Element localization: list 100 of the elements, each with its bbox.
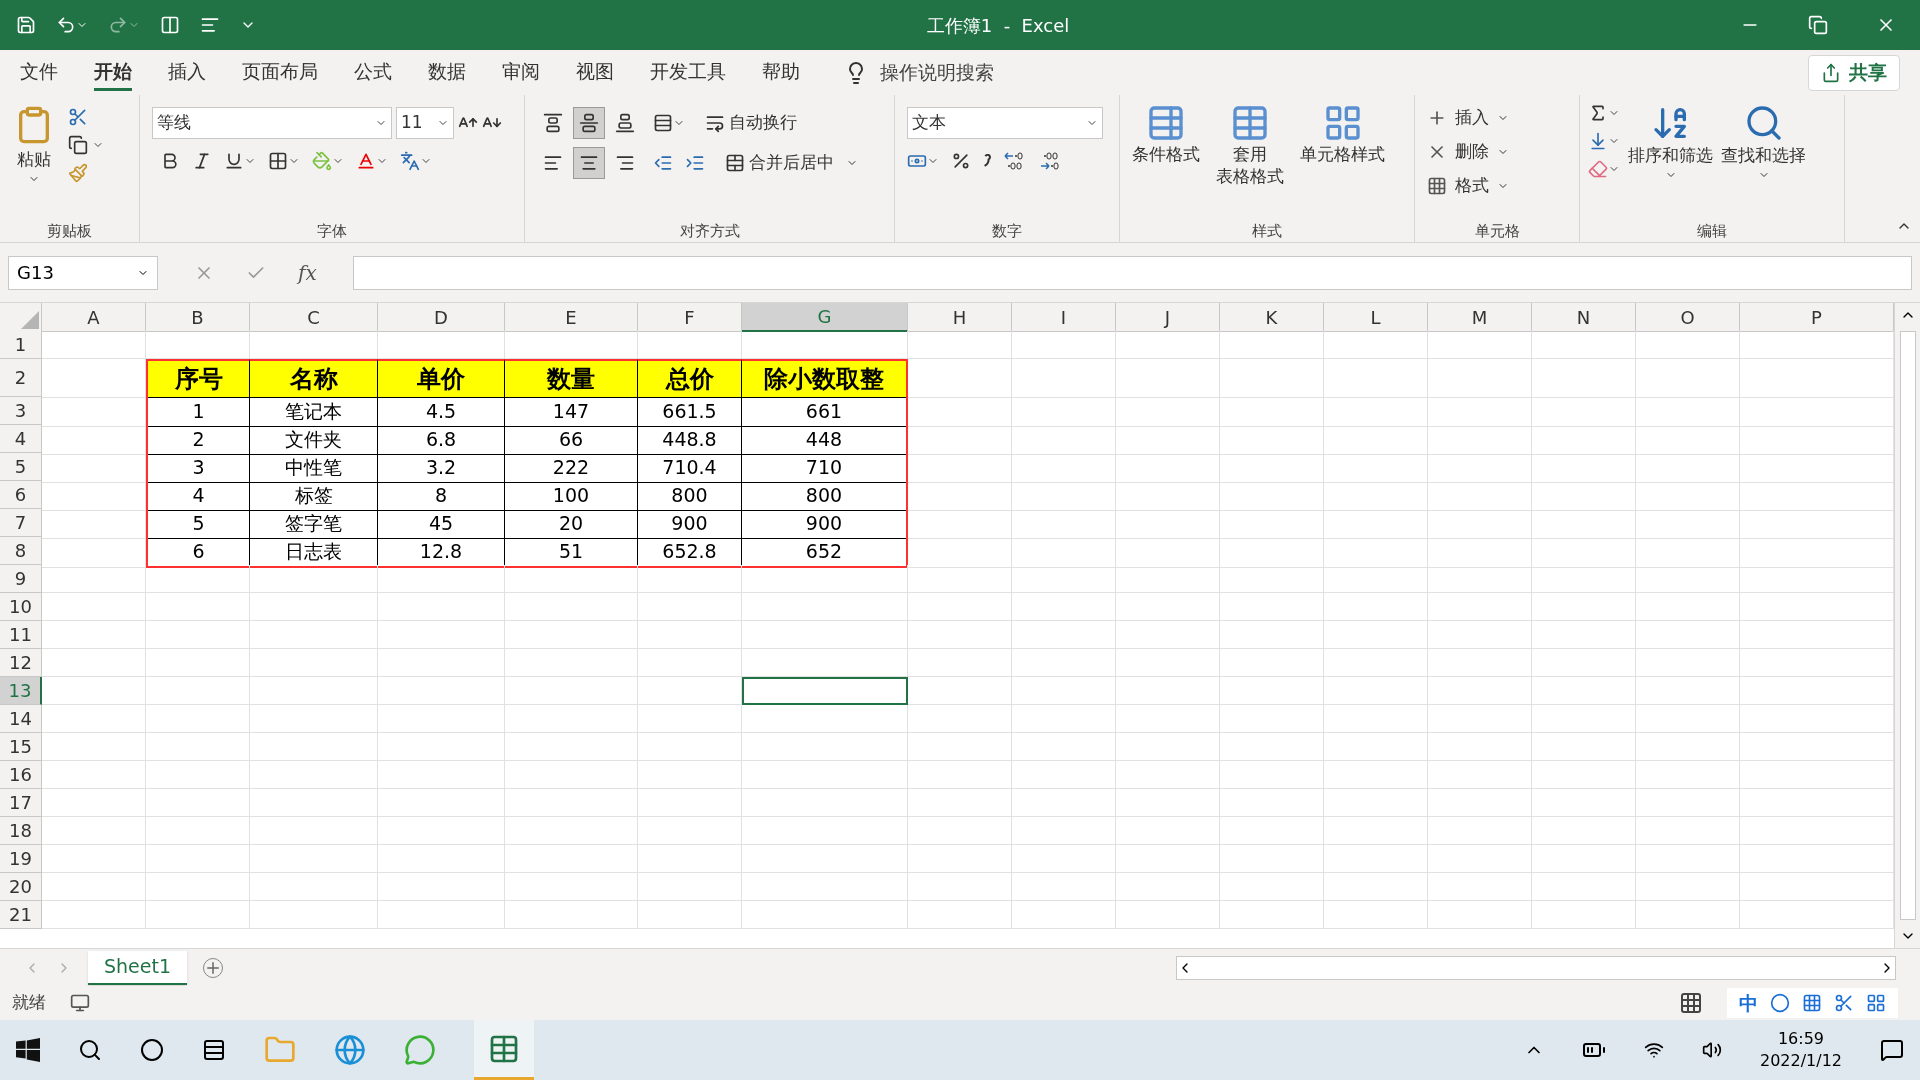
column-header[interactable]: K (1220, 303, 1324, 332)
table-cell: 2 (146, 425, 250, 455)
font-name: 等线 (157, 111, 191, 135)
cells-button[interactable]: 删除 (1427, 137, 1567, 167)
column-header[interactable]: C (250, 303, 378, 332)
column-heading-cell: 序号 (146, 359, 250, 398)
number-format: 文本 (912, 111, 946, 135)
table-cell: 800 (638, 481, 742, 511)
menu-tab[interactable]: 页面布局 (242, 54, 318, 91)
row-header[interactable]: 20 (0, 873, 42, 901)
row-header[interactable]: 18 (0, 817, 42, 845)
table-cell: 147 (505, 397, 638, 427)
row-header[interactable]: 5 (0, 453, 42, 481)
table-cell: 66 (505, 425, 638, 455)
row-header[interactable]: 13 (0, 677, 42, 705)
menu-tab[interactable]: 审阅 (502, 54, 540, 91)
menu-tab[interactable]: 视图 (576, 54, 614, 91)
row-header[interactable]: 16 (0, 761, 42, 789)
style-button[interactable]: 套用 表格格式 (1212, 103, 1288, 220)
row-header[interactable]: 12 (0, 649, 42, 677)
table-cell: 900 (742, 509, 908, 539)
insert-function-button[interactable]: fx (298, 257, 317, 288)
column-header[interactable]: L (1324, 303, 1428, 332)
search-field[interactable]: 操作说明搜索 (880, 58, 994, 87)
table-cell: 中性笔 (250, 453, 378, 483)
menu-tab[interactable]: 数据 (428, 54, 466, 91)
editing-button[interactable]: 查找和选择 (1721, 103, 1806, 220)
clock-time: 16:59 (1777, 1028, 1825, 1050)
row-header[interactable]: 15 (0, 733, 42, 761)
table-cell: 448.8 (638, 425, 742, 455)
row-header[interactable]: 10 (0, 593, 42, 621)
column-heading-cell: 除小数取整 (742, 359, 908, 398)
table-cell: 661.5 (638, 397, 742, 427)
row-header[interactable]: 4 (0, 425, 42, 453)
row-header[interactable]: 11 (0, 621, 42, 649)
menu-tab[interactable]: 帮助 (762, 54, 800, 91)
group-label: 剪贴板 (46, 220, 93, 242)
group-label: 样式 (1251, 220, 1283, 242)
column-header[interactable]: E (505, 303, 638, 332)
table-cell: 900 (638, 509, 742, 539)
name-box[interactable]: G13 (8, 255, 158, 290)
table-cell: 652.8 (638, 537, 742, 568)
number-format-dropdown[interactable]: 文本 (907, 107, 1103, 139)
column-header[interactable]: O (1636, 303, 1740, 332)
ime-toolbar[interactable]: 中 (1727, 988, 1898, 1018)
table-cell: 日志表 (250, 537, 378, 568)
merge-center-button[interactable]: 合并后居中 (725, 150, 858, 176)
menu-tab[interactable]: 开发工具 (650, 54, 726, 91)
column-header[interactable]: B (146, 303, 250, 332)
column-header[interactable]: A (42, 303, 146, 332)
paste-button[interactable]: 粘贴 (8, 103, 60, 220)
table-cell: 签字笔 (250, 509, 378, 539)
row-header[interactable]: 2 (0, 359, 42, 397)
table-cell: 8 (378, 481, 505, 511)
table-cell: 45 (378, 509, 505, 539)
style-button[interactable]: 单元格样式 (1296, 103, 1389, 220)
row-header[interactable]: 6 (0, 481, 42, 509)
style-button[interactable]: 条件格式 (1128, 103, 1204, 220)
column-header[interactable]: G (742, 303, 908, 332)
group-label: 对齐方式 (678, 220, 741, 242)
table-cell: 6 (146, 537, 250, 568)
row-header[interactable]: 21 (0, 901, 42, 929)
group-label: 编辑 (1696, 220, 1728, 242)
row-header[interactable]: 19 (0, 845, 42, 873)
table-cell: 12.8 (378, 537, 505, 568)
row-header[interactable]: 7 (0, 509, 42, 537)
table-cell: 4.5 (378, 397, 505, 427)
cells-button[interactable]: 插入 (1427, 103, 1567, 133)
table-cell: 222 (505, 453, 638, 483)
share-button[interactable]: 共享 (1808, 54, 1900, 91)
table-cell: 20 (505, 509, 638, 539)
column-header[interactable]: D (378, 303, 505, 332)
column-header[interactable]: N (1532, 303, 1636, 332)
row-header[interactable]: 17 (0, 789, 42, 817)
column-header[interactable]: M (1428, 303, 1532, 332)
table-cell: 3 (146, 453, 250, 483)
font-name-dropdown[interactable]: 等线 (152, 107, 392, 139)
column-header[interactable]: I (1012, 303, 1116, 332)
row-header[interactable]: 14 (0, 705, 42, 733)
column-header[interactable]: H (908, 303, 1012, 332)
window-title: 工作簿1 - Excel (926, 13, 1070, 38)
table-cell: 笔记本 (250, 397, 378, 427)
menu-tab[interactable]: 插入 (168, 54, 206, 91)
group-label: 字体 (316, 220, 348, 242)
menu-tab[interactable]: 文件 (20, 54, 58, 91)
row-header[interactable]: 8 (0, 537, 42, 565)
table-cell: 710.4 (638, 453, 742, 483)
column-header[interactable]: J (1116, 303, 1220, 332)
table-cell: 3.2 (378, 453, 505, 483)
menu-tab[interactable]: 公式 (354, 54, 392, 91)
row-header[interactable]: 3 (0, 397, 42, 425)
menu-tab[interactable]: 开始 (94, 54, 132, 91)
sheet-tab[interactable]: Sheet1 (88, 950, 188, 985)
row-header[interactable]: 1 (0, 331, 42, 359)
column-heading-cell: 名称 (250, 359, 378, 398)
row-header[interactable]: 9 (0, 565, 42, 593)
font-size-dropdown[interactable]: 11 (396, 107, 454, 139)
wrap-text-button[interactable]: 自动换行 (705, 110, 797, 136)
editing-button[interactable]: 排序和筛选 (1628, 103, 1713, 220)
cells-button[interactable]: 格式 (1427, 171, 1567, 201)
